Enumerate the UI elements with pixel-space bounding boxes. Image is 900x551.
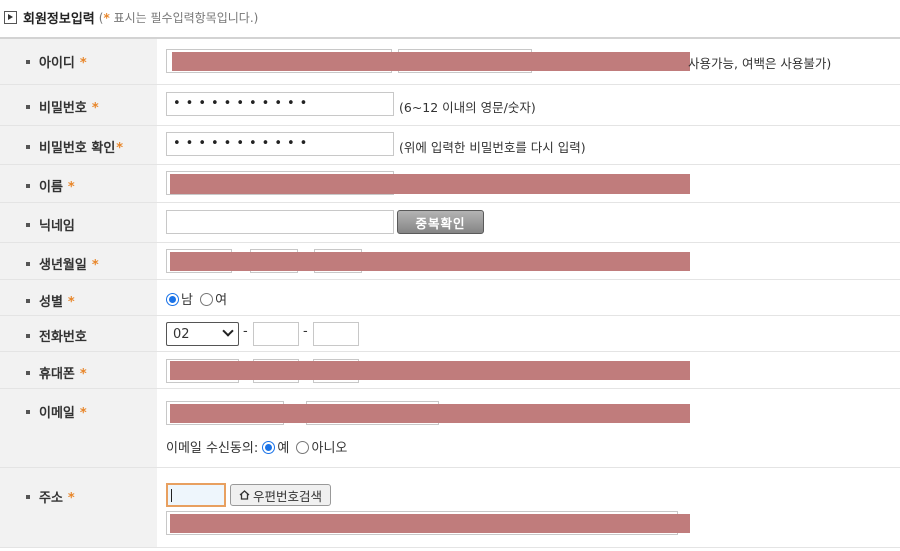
row-gender: 성별 * 남 여 xyxy=(0,280,900,316)
redacted-address xyxy=(170,514,690,533)
chevron-down-icon xyxy=(222,325,234,337)
phone-last-input[interactable] xyxy=(313,322,359,346)
row-name: 이름 * xyxy=(0,165,900,203)
gender-male-label: 남 xyxy=(181,293,193,308)
email-consent-label: 이메일 수신동의: xyxy=(166,441,259,456)
zipcode-input[interactable] xyxy=(166,483,226,507)
phone-middle-input[interactable] xyxy=(253,322,299,346)
gender-female-radio[interactable] xyxy=(200,293,214,306)
password-input[interactable]: ••••••••••• xyxy=(166,92,394,116)
user-id-hint: 사용가능, 여백은 사용불가) xyxy=(688,56,832,71)
section-title: 회원정보입력 xyxy=(23,11,95,27)
nickname-input[interactable] xyxy=(166,210,394,234)
home-icon xyxy=(239,490,250,500)
label-birth: 생년월일 * xyxy=(26,254,99,273)
label-password-confirm: 비밀번호 확인* xyxy=(26,137,123,156)
redacted-email xyxy=(170,404,690,423)
redacted-mobile xyxy=(170,361,690,380)
phone-separator: - xyxy=(303,324,308,339)
member-form: 아이디 * 사용가능, 여백은 사용불가) 비밀번호 * ••••••••••• (… xyxy=(0,37,900,548)
redacted-user-id xyxy=(172,52,690,71)
password-hint: (6~12 이내의 영문/숫자) xyxy=(399,100,536,115)
play-box-icon xyxy=(4,10,17,24)
label-gender: 성별 * xyxy=(26,291,75,310)
row-birth: 생년월일 * xyxy=(0,243,900,280)
phone-area-select[interactable]: 02 xyxy=(166,322,239,346)
row-password-confirm: 비밀번호 확인* ••••••••••• (위에 입력한 비밀번호를 다시 입력… xyxy=(0,126,900,165)
row-address: 주소 * 우편번호검색 xyxy=(0,468,900,548)
password-confirm-input[interactable]: ••••••••••• xyxy=(166,132,394,156)
row-nickname: 닉네임 중복확인 xyxy=(0,203,900,243)
phone-separator: - xyxy=(243,324,248,339)
label-name: 이름 * xyxy=(26,176,75,195)
email-consent-yes-radio[interactable] xyxy=(262,441,276,454)
email-consent: 이메일 수신동의: 예 아니오 xyxy=(166,437,347,456)
label-phone: 전화번호 xyxy=(26,326,87,345)
label-email: 이메일 * xyxy=(26,402,87,421)
label-address: 주소 * xyxy=(26,487,75,506)
row-phone: 전화번호 02 - - xyxy=(0,316,900,352)
zipcode-search-button[interactable]: 우편번호검색 xyxy=(230,484,332,506)
row-mobile: 휴대폰 * xyxy=(0,352,900,389)
redacted-name xyxy=(170,174,690,194)
redacted-birth xyxy=(170,252,690,271)
label-password: 비밀번호 * xyxy=(26,97,99,116)
duplicate-check-button[interactable]: 중복확인 xyxy=(397,210,484,234)
gender-options: 남 여 xyxy=(166,289,227,308)
label-user-id: 아이디 * xyxy=(26,52,87,71)
row-user-id: 아이디 * 사용가능, 여백은 사용불가) xyxy=(0,39,900,85)
label-nickname: 닉네임 xyxy=(26,215,75,234)
row-password: 비밀번호 * ••••••••••• (6~12 이내의 영문/숫자) xyxy=(0,85,900,126)
row-email: 이메일 * 이메일 수신동의: 예 아니오 xyxy=(0,389,900,468)
label-mobile: 휴대폰 * xyxy=(26,363,87,382)
email-consent-no-radio[interactable] xyxy=(296,441,310,454)
password-confirm-hint: (위에 입력한 비밀번호를 다시 입력) xyxy=(399,140,586,155)
gender-male-radio[interactable] xyxy=(166,293,179,306)
section-header: 회원정보입력 (* 표시는 필수입력항목입니다.) xyxy=(4,6,258,28)
gender-female-label: 여 xyxy=(215,293,228,308)
required-note: (* 표시는 필수입력항목입니다.) xyxy=(98,10,259,25)
email-consent-yes-label: 예 xyxy=(277,441,290,456)
email-consent-no-label: 아니오 xyxy=(311,441,348,456)
